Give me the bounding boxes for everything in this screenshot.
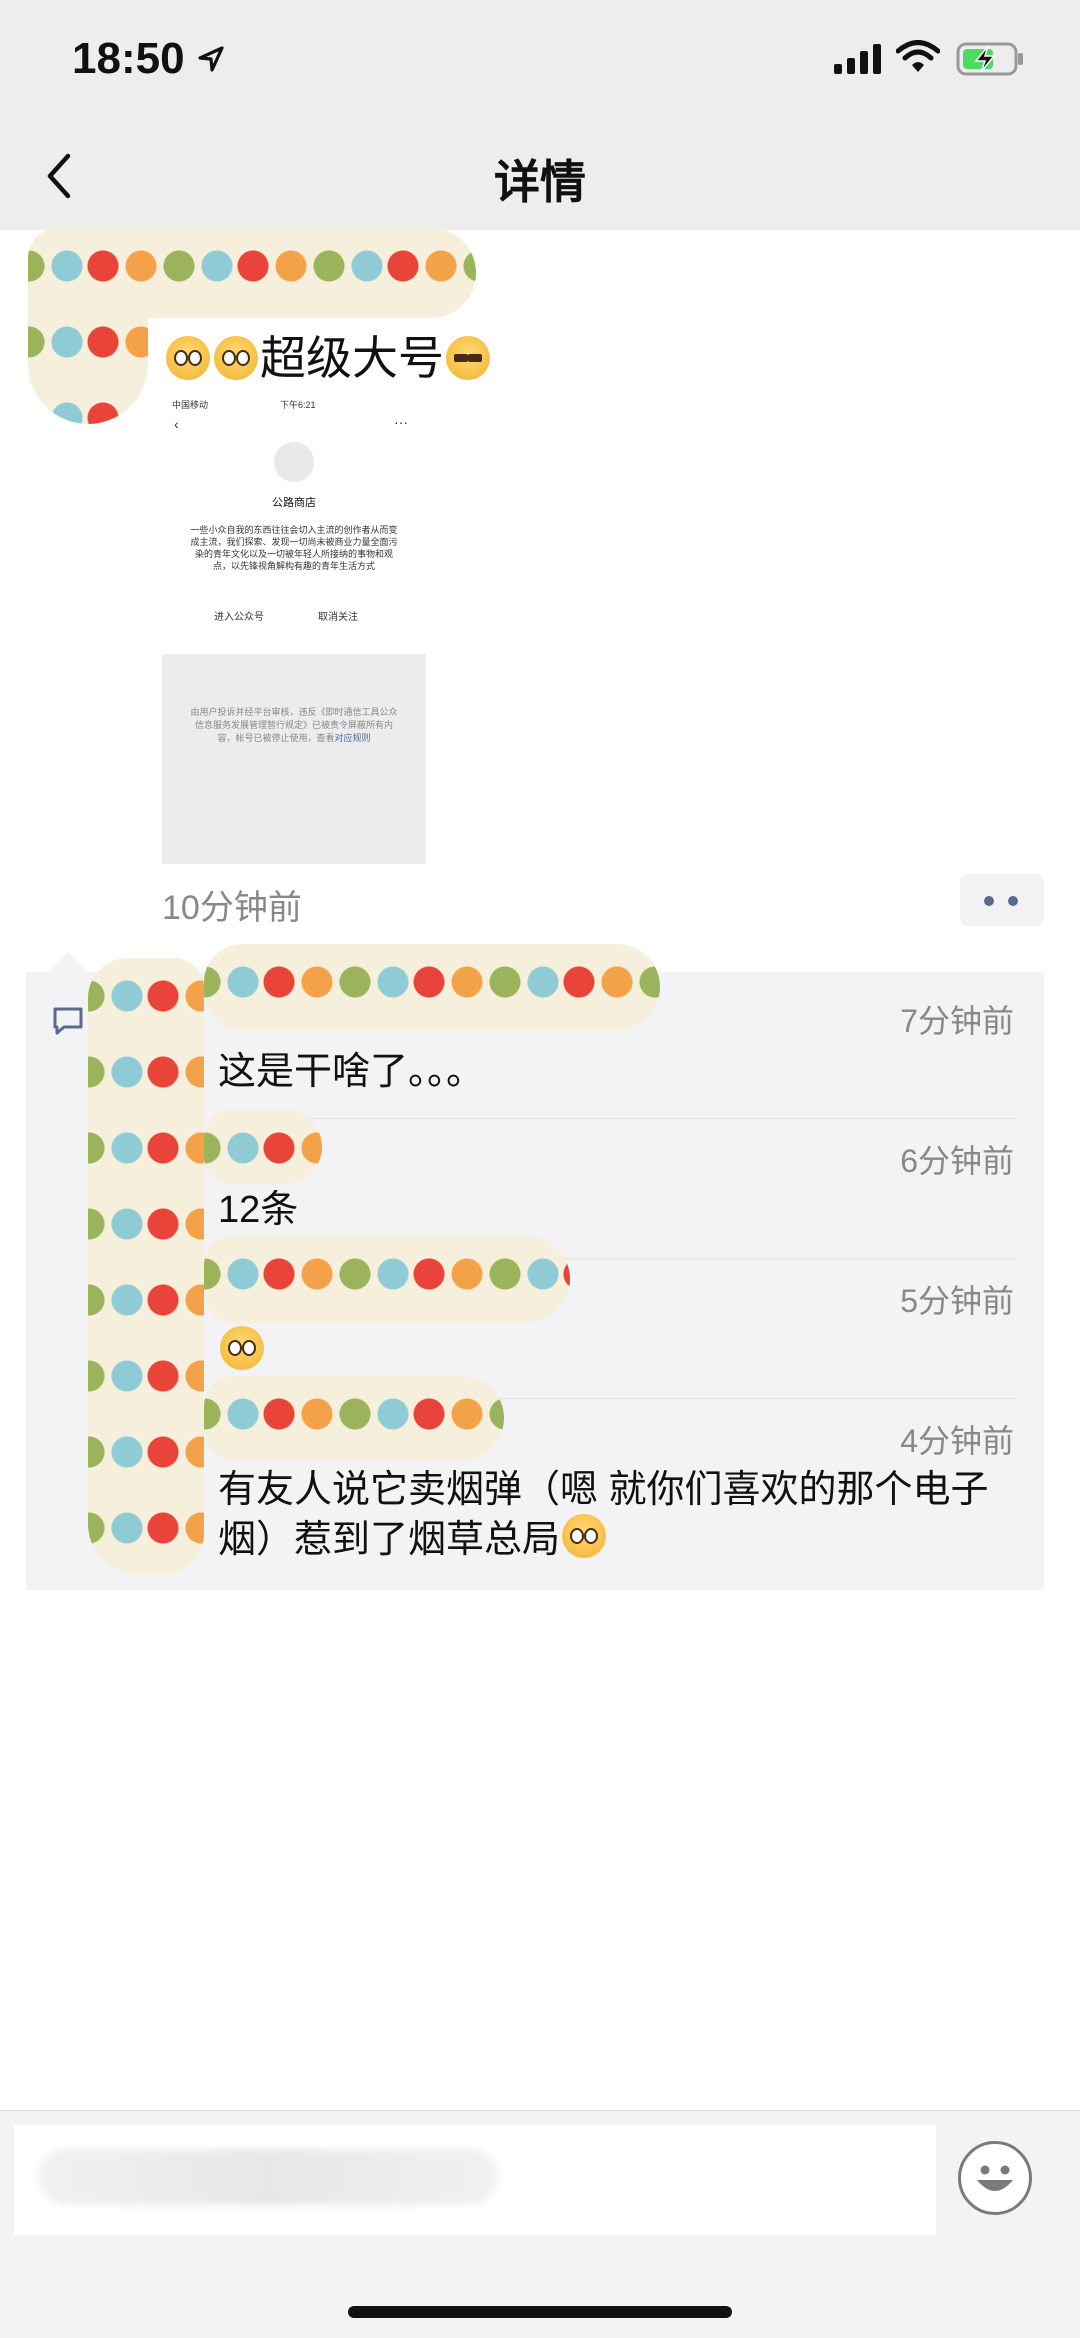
- thumb-back-icon: ‹: [174, 416, 179, 432]
- comment-time: 7分钟前: [900, 1003, 1014, 1039]
- comment-text: 12条: [218, 1189, 299, 1231]
- thumb-time: 下午6:21: [280, 400, 316, 410]
- thumb-unfollow-button: 取消关注: [318, 612, 358, 623]
- comment-text: 这是干啥了。。。: [218, 1051, 485, 1093]
- commenters-redaction: [88, 958, 204, 1574]
- comment-time: 6分钟前: [900, 1143, 1014, 1179]
- thumb-description: 一些小众自我的东西往往会切入主流的创作者从而变成主流，我们探索、发现一切尚未被商…: [190, 525, 398, 571]
- signal-icon: [834, 44, 881, 74]
- thumb-account-name: 公路商店: [272, 497, 316, 509]
- comment-input[interactable]: [14, 2125, 936, 2235]
- name-redaction: [28, 228, 476, 318]
- flushed-emoji-icon: [562, 1514, 607, 1558]
- post-image-1[interactable]: 中国移动 下午6:21 ‹ ··· 公路商店 一些小众自我的东西往往会切入主流的…: [162, 390, 426, 650]
- comment-text: [218, 1326, 1028, 1376]
- comment-time: 5分钟前: [900, 1283, 1014, 1319]
- status-time: 18:50: [72, 34, 185, 83]
- thumb-avatar: [274, 442, 314, 482]
- flushed-emoji-icon: [214, 336, 258, 380]
- comment-name-redaction: [204, 1110, 322, 1184]
- location-arrow-icon: [198, 46, 224, 72]
- thumb-more-icon: ···: [394, 414, 408, 430]
- comment-name-redaction: [204, 1236, 570, 1322]
- comment-time: 4分钟前: [900, 1423, 1014, 1459]
- blocked-notice: 由用户投诉并经平台审核，违反《即时通信工具公众信息服务发展管理暂行规定》已被责令…: [190, 706, 398, 745]
- post-image-2[interactable]: 由用户投诉并经平台审核，违反《即时通信工具公众信息服务发展管理暂行规定》已被责令…: [162, 654, 426, 864]
- flushed-emoji-icon: [220, 1326, 264, 1370]
- input-redaction: [38, 2149, 498, 2205]
- comment-divider: [218, 1118, 1018, 1119]
- comment-input-bar: [0, 2110, 1080, 2338]
- post-text: 超级大号: [164, 322, 492, 388]
- rules-link: 对应规则: [334, 733, 371, 743]
- comment-text-content: 有友人说它卖烟弹（嗯 就你们喜欢的那个电子烟）惹到了烟草总局: [218, 1469, 989, 1561]
- page-title: 详情: [494, 156, 586, 208]
- post-text-content: 超级大号: [260, 332, 444, 384]
- comment-text: 有友人说它卖烟弹（嗯 就你们喜欢的那个电子烟）惹到了烟草总局: [218, 1466, 1028, 1564]
- comment-icon: [53, 1007, 83, 1035]
- comment-name-redaction: [204, 1376, 504, 1460]
- comment-name-redaction: [204, 944, 660, 1030]
- more-dots-icon[interactable]: [960, 874, 1044, 926]
- smirk-emoji-icon: [446, 336, 490, 380]
- wifi-icon: [896, 40, 940, 72]
- post-timestamp: 10分钟前: [162, 889, 302, 927]
- home-indicator: [348, 2306, 732, 2318]
- battery-charging-icon: [956, 42, 1023, 76]
- emoji-button-icon[interactable]: [958, 2141, 1032, 2215]
- thumb-carrier: 中国移动: [172, 400, 209, 410]
- comments-caret: [48, 952, 88, 972]
- thumb-enter-button: 进入公众号: [214, 612, 264, 623]
- flushed-emoji-icon: [166, 336, 210, 380]
